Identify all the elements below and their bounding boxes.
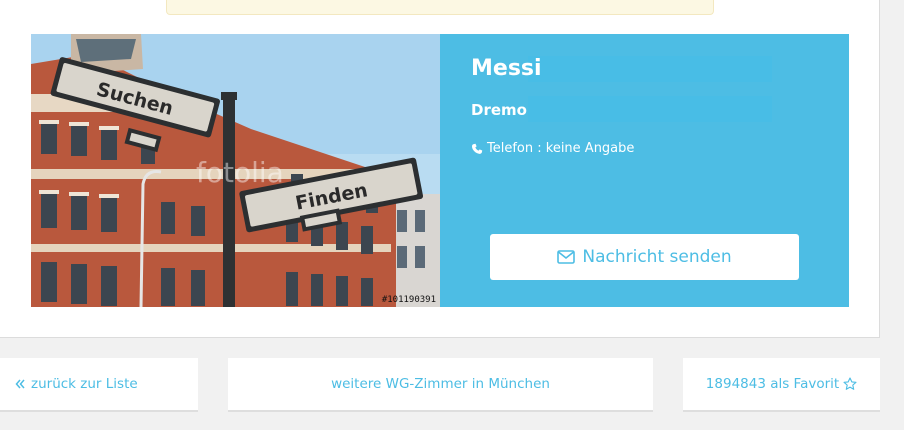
listing-detail-page: Suchen Finden fotolia #101190391 Messi D… (0, 0, 904, 430)
contact-name: Messi (471, 56, 542, 81)
image-id-text: #101190391 (382, 295, 436, 305)
more-rooms-button[interactable]: weitere WG-Zimmer in München (228, 358, 653, 412)
notice-bar (166, 0, 714, 15)
contact-panel: Messi Dremo Telefon : keine Angabe Nachr… (440, 34, 849, 307)
phone-info: Telefon : keine Angabe (471, 141, 634, 156)
more-rooms-label: weitere WG-Zimmer in München (331, 376, 550, 392)
send-message-button[interactable]: Nachricht senden (490, 234, 799, 280)
name-highlight (528, 56, 772, 82)
watermark-text: fotolia (196, 156, 284, 189)
send-message-label: Nachricht senden (582, 247, 732, 267)
phone-label: Telefon : keine Angabe (487, 141, 635, 156)
back-to-list-button[interactable]: zurück zur Liste (0, 358, 198, 412)
listing-photo: Suchen Finden fotolia #101190391 (31, 34, 440, 307)
favorite-label: 1894843 als Favorit (705, 376, 840, 392)
photo-illustration: Suchen Finden fotolia #101190391 (31, 34, 440, 307)
contact-company: Dremo (471, 101, 527, 119)
back-to-list-label: zurück zur Liste (31, 376, 138, 392)
listing-card: Suchen Finden fotolia #101190391 Messi D… (0, 0, 880, 338)
phone-icon (471, 143, 483, 154)
star-outline-icon (843, 377, 857, 390)
envelope-icon (557, 250, 576, 264)
double-chevron-left-icon (15, 379, 25, 389)
favorite-button[interactable]: 1894843 als Favorit (683, 358, 880, 412)
company-highlight (528, 96, 772, 122)
